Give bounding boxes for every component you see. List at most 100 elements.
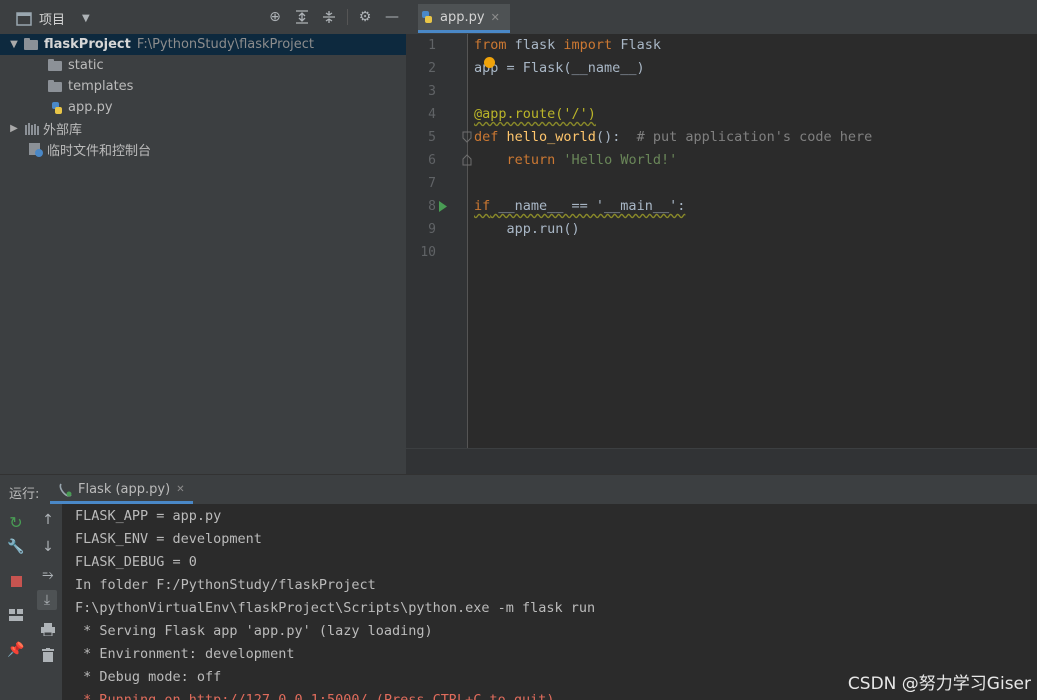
code-token: flask — [506, 37, 564, 53]
tree-item-label: 外部库 — [43, 123, 83, 138]
folder-icon — [48, 58, 62, 71]
stop-icon[interactable] — [6, 571, 26, 591]
line-number: 9 — [428, 222, 436, 237]
line-number: 1 — [428, 38, 436, 53]
code-line-5: def hello_world(): # put application's c… — [474, 126, 872, 149]
code-line-1: from flask import Flask — [474, 34, 661, 57]
code-line-2: app = Flask(__name__) — [474, 57, 645, 80]
code-token: app = Flask(__name__) — [474, 60, 645, 76]
scroll-to-end-icon[interactable]: ⤓ — [37, 590, 57, 610]
code-line-9: app.run() — [474, 218, 580, 241]
line-number: 2 — [428, 61, 436, 76]
console-line: F:\pythonVirtualEnv\flaskProject\Scripts… — [75, 600, 596, 616]
fold-icon[interactable] — [462, 131, 472, 143]
arrow-down-icon[interactable]: ↓ — [38, 537, 58, 557]
collapse-all-icon[interactable] — [321, 9, 337, 25]
editor-tab-bar: app.py ✕ — [406, 0, 1037, 35]
editor-horizontal-scrollbar[interactable] — [406, 448, 1037, 475]
console-line: * Running on http://127.0.0.1:5000/ (Pre… — [75, 692, 555, 700]
console-line: * Serving Flask app 'app.py' (lazy loadi… — [75, 623, 433, 639]
console-line: FLASK_ENV = development — [75, 531, 262, 547]
locate-file-icon[interactable]: ⊕ — [267, 9, 283, 25]
tab-label: Flask (app.py) — [78, 482, 171, 497]
folder-icon — [24, 37, 38, 50]
flask-run-icon — [59, 483, 72, 497]
library-icon — [25, 122, 39, 135]
python-file-icon — [52, 101, 62, 114]
expand-all-icon[interactable] — [294, 9, 310, 25]
code-token: app.run() — [474, 221, 580, 237]
minimize-icon[interactable]: — — [384, 9, 400, 25]
code-token: Flask — [612, 37, 661, 53]
console-line: FLASK_APP = app.py — [75, 508, 222, 524]
code-token: return — [506, 152, 556, 168]
code-token: if — [474, 198, 491, 214]
header-divider — [347, 9, 348, 25]
tree-item-project-root[interactable]: ▼ flaskProject F:\PythonStudy\flaskProje… — [0, 34, 406, 55]
code-token: __name__ == '__main__': — [490, 198, 686, 214]
console-line: * Environment: development — [75, 646, 295, 662]
chevron-down-icon[interactable]: ▼ — [8, 39, 20, 50]
project-panel-title: 项目 — [39, 13, 66, 28]
console-line: FLASK_DEBUG = 0 — [75, 554, 197, 570]
close-icon[interactable]: ✕ — [491, 11, 500, 24]
code-line-6: return 'Hello World!' — [474, 149, 678, 172]
tab-label: app.py — [440, 9, 485, 25]
project-root-path: F:\PythonStudy\flaskProject — [136, 37, 314, 52]
run-toolbar-secondary: ↑ ↓ ⥱ ⤓ — [34, 504, 62, 700]
gear-icon[interactable]: ⚙ — [357, 9, 373, 25]
tree-item-label: app.py — [68, 100, 113, 115]
chevron-down-icon[interactable]: ▼ — [82, 13, 90, 24]
project-window-icon — [16, 11, 32, 26]
project-view-selector[interactable]: 项目 ▼ — [16, 9, 90, 28]
line-number: 8 — [428, 199, 436, 214]
code-token: @app.route('/') — [474, 106, 596, 122]
soft-wrap-icon[interactable]: ⥱ — [38, 565, 58, 585]
arrow-up-icon[interactable]: ↑ — [38, 510, 58, 530]
console-line: * Debug mode: off — [75, 669, 222, 685]
tree-item-external-libraries[interactable]: ▶ 外部库 — [8, 118, 82, 139]
run-toolbar-primary: ↻ 🔧 📌 — [0, 504, 35, 700]
folder-icon — [48, 79, 62, 92]
tree-item-static[interactable]: static — [48, 55, 104, 76]
close-icon[interactable]: ✕ — [176, 484, 184, 495]
python-file-icon — [422, 11, 432, 23]
run-panel-header: 运行: Flask (app.py) ✕ — [0, 474, 1037, 505]
layout-icon[interactable] — [6, 605, 26, 625]
print-icon[interactable] — [38, 619, 58, 639]
fold-icon[interactable] — [462, 154, 472, 166]
tree-item-templates[interactable]: templates — [48, 76, 133, 97]
line-number: 4 — [428, 107, 436, 122]
tree-item-label: 临时文件和控制台 — [47, 144, 152, 159]
code-token: (): — [595, 129, 637, 145]
tree-item-label: templates — [68, 79, 134, 94]
rerun-icon[interactable]: ↻ — [6, 512, 26, 532]
tab-flask-run[interactable]: Flask (app.py) ✕ — [50, 478, 193, 504]
project-panel-header: 项目 ▼ ⊕ ⚙ — — [0, 0, 406, 34]
project-root-name: flaskProject — [44, 37, 131, 52]
watermark: CSDN @努力学习Giser — [847, 674, 1031, 694]
line-number: 7 — [428, 176, 436, 191]
code-token: import — [563, 37, 613, 53]
lightbulb-icon[interactable] — [484, 57, 495, 68]
code-token: from — [474, 37, 507, 53]
run-panel-label: 运行: — [9, 487, 40, 502]
pin-icon[interactable]: 📌 — [6, 640, 26, 660]
code-line-4: @app.route('/') — [474, 103, 596, 126]
line-number: 6 — [428, 153, 436, 168]
code-token: hello_world — [498, 129, 596, 145]
tree-item-scratches[interactable]: 临时文件和控制台 — [28, 139, 151, 160]
editor-gutter: 1 2 3 4 5 6 7 8 9 10 — [406, 34, 472, 448]
line-number: 10 — [420, 245, 436, 260]
tree-item-app-py[interactable]: app.py — [50, 97, 113, 118]
console-line: In folder F:/PythonStudy/flaskProject — [75, 577, 376, 593]
code-line-8: if __name__ == '__main__': — [474, 195, 685, 218]
chevron-right-icon[interactable]: ▶ — [8, 123, 20, 134]
code-editor[interactable]: 1 2 3 4 5 6 7 8 9 10 from flask import F… — [406, 34, 1037, 448]
trash-icon[interactable] — [38, 645, 58, 665]
line-number: 3 — [428, 84, 436, 99]
line-number: 5 — [428, 130, 436, 145]
wrench-icon[interactable]: 🔧 — [6, 537, 26, 557]
run-gutter-icon[interactable] — [438, 201, 448, 212]
tab-app-py[interactable]: app.py ✕ — [418, 4, 510, 33]
